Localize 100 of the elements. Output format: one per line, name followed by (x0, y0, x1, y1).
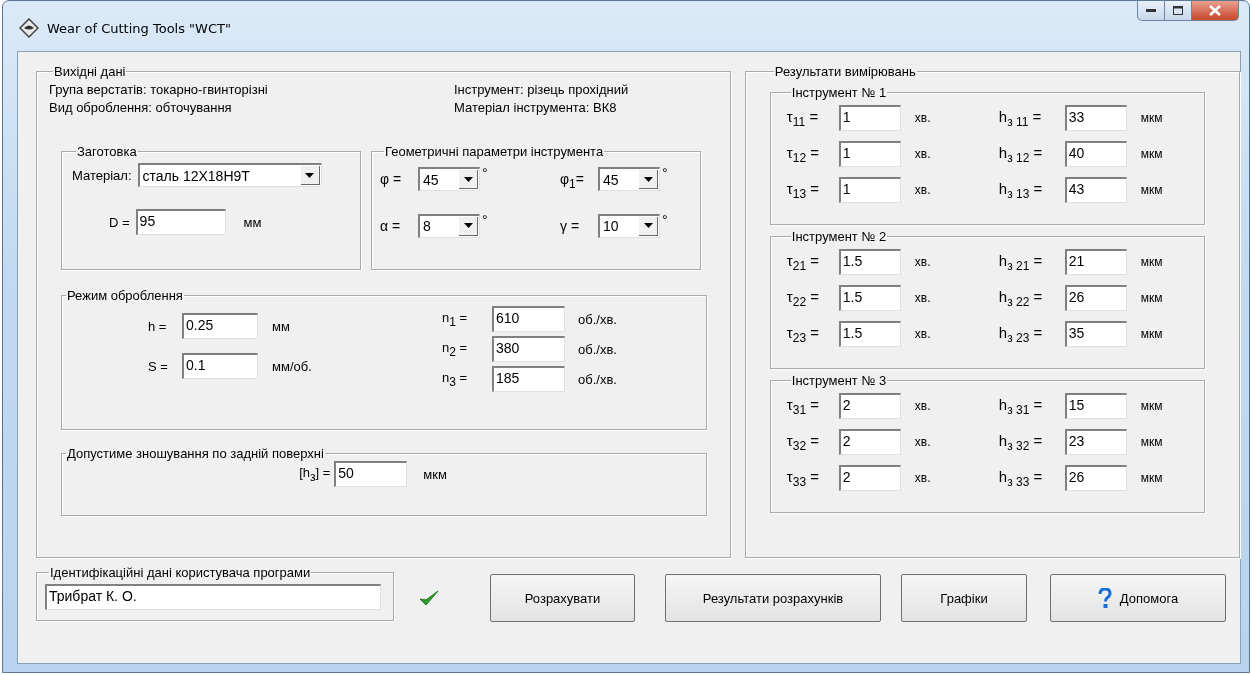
unit-label: об./хв. (578, 341, 617, 357)
button[interactable]: Результати розрахунків (665, 574, 881, 622)
minimize-button[interactable] (1137, 1, 1165, 21)
dropdown[interactable]: 10 (598, 213, 660, 238)
unit-label: хв. (913, 291, 932, 305)
unit-label: хв. (913, 147, 932, 161)
group-title: Режим оброблення (66, 288, 184, 303)
input-field[interactable]: 21 (1064, 249, 1127, 275)
input-field[interactable]: 1 (838, 105, 901, 131)
caret-icon (305, 172, 314, 178)
info-text: Вид оброблення: обточування (49, 99, 233, 117)
field-label: h$_{з 11}$ = (998, 107, 1043, 129)
unit-label: хв. (913, 255, 932, 269)
dropdown[interactable]: 8 (418, 213, 480, 238)
unit-label: мкм (1139, 255, 1163, 269)
unit-label: хв. (913, 471, 932, 485)
button[interactable]: Розрахувати (490, 574, 635, 622)
field-label: h = (148, 318, 168, 334)
input-field[interactable]: 2 (838, 465, 901, 491)
maximize-icon (1173, 6, 1183, 15)
field-label: S = (148, 358, 169, 374)
input-field[interactable]: 40 (1064, 141, 1127, 167)
input-field[interactable]: 1 (838, 141, 901, 167)
info-text: Матеріал інструмента: ВК8 (454, 99, 618, 117)
field-label: τ$_{31}$ = (786, 395, 821, 417)
field-label: h$_{з 31}$ = (998, 395, 1044, 417)
checkmark-icon (418, 588, 440, 608)
group-title: Ідентифікаційні дані користувача програми (49, 565, 312, 580)
button[interactable]: Допомога (1050, 574, 1226, 622)
field-label: φ$_{1}$= (560, 170, 585, 193)
input-field[interactable]: 35 (1064, 321, 1127, 347)
field-label: Матеріал: (72, 167, 132, 183)
input-field[interactable]: 1.5 (838, 285, 901, 311)
unit-label: об./хв. (578, 371, 617, 387)
group-title: Допустиме зношування по задній поверхні (66, 446, 325, 461)
input-field[interactable]: 33 (1064, 105, 1127, 131)
info-text: Група верстатів: токарно-гвинторізні (49, 81, 269, 99)
input-field[interactable]: 2 (838, 429, 901, 455)
field-label: h$_{з 13}$ = (998, 179, 1044, 201)
dropdown-button[interactable] (459, 216, 478, 236)
input-field[interactable]: 26 (1064, 285, 1127, 311)
field-label: τ$_{32}$ = (786, 431, 821, 453)
field-label: τ$_{23}$ = (786, 323, 821, 345)
help-icon (1097, 588, 1112, 608)
input-field[interactable]: 185 (492, 366, 565, 392)
caret-icon (463, 223, 473, 229)
input-field[interactable]: 95 (135, 209, 226, 235)
unit-label: хв. (913, 111, 932, 125)
input-field[interactable]: 26 (1064, 465, 1127, 491)
maximize-button[interactable] (1165, 1, 1192, 21)
unit-label: ° (482, 167, 488, 179)
field-label: h$_{з 23}$ = (998, 323, 1044, 345)
unit-label: ° (662, 167, 668, 179)
input-field[interactable]: 1.5 (838, 249, 901, 275)
unit-label: хв. (913, 399, 932, 413)
group-title: Результати вимірювань (773, 64, 917, 79)
unit-label: хв. (913, 327, 932, 341)
field-label: γ = (560, 216, 581, 236)
input-field[interactable]: 610 (492, 306, 565, 332)
dropdown-button[interactable] (300, 166, 320, 185)
input-field[interactable]: 23 (1064, 429, 1127, 455)
unit-label: хв. (913, 435, 932, 449)
input-field[interactable]: 1 (838, 177, 901, 203)
field-label: τ$_{21}$ = (786, 251, 821, 273)
unit-label: мкм (1139, 291, 1163, 305)
field-label: h$_{з 21}$ = (998, 251, 1044, 273)
dropdown-button[interactable] (639, 216, 658, 236)
unit-label: мкм (1139, 327, 1163, 341)
dropdown-button[interactable] (459, 170, 478, 189)
input-field[interactable]: 15 (1064, 393, 1127, 419)
window-title: Wear of Cutting Tools "WCT" (47, 20, 231, 36)
field-label: τ$_{12}$ = (786, 143, 821, 165)
input-field[interactable]: 1.5 (838, 321, 901, 347)
unit-label: об./хв. (578, 311, 617, 327)
field-label: φ = (380, 170, 403, 189)
dropdown[interactable]: 45 (418, 167, 480, 191)
input-field[interactable]: 380 (492, 336, 565, 362)
input-field[interactable]: 0.25 (182, 313, 258, 339)
group-title: Заготовка (76, 144, 138, 159)
dropdown[interactable]: 45 (598, 167, 660, 191)
dropdown[interactable]: сталь 12Х18Н9Т (137, 163, 322, 187)
group-title: Інструмент № 2 (790, 229, 888, 244)
unit-label: хв. (913, 183, 932, 197)
field-label: τ$_{33}$ = (786, 467, 821, 489)
input-field[interactable]: 43 (1064, 177, 1127, 203)
unit-label: ° (662, 213, 668, 226)
close-button[interactable] (1192, 1, 1239, 21)
input-field[interactable]: Трибрат К. О. (45, 584, 381, 610)
field-label: τ$_{11}$ = (786, 107, 820, 129)
field-label: τ$_{22}$ = (786, 287, 821, 309)
button[interactable]: Графіки (901, 574, 1027, 622)
dropdown-button[interactable] (639, 170, 658, 189)
close-icon (1209, 5, 1221, 16)
group-title: Вихідні дані (53, 64, 127, 79)
input-field[interactable]: 2 (838, 393, 901, 419)
input-field[interactable]: 50 (334, 461, 408, 487)
input-field[interactable]: 0.1 (182, 353, 258, 379)
unit-label: мкм (423, 466, 447, 482)
unit-label: мкм (1139, 111, 1163, 125)
field-label: h$_{з 12}$ = (998, 143, 1044, 165)
